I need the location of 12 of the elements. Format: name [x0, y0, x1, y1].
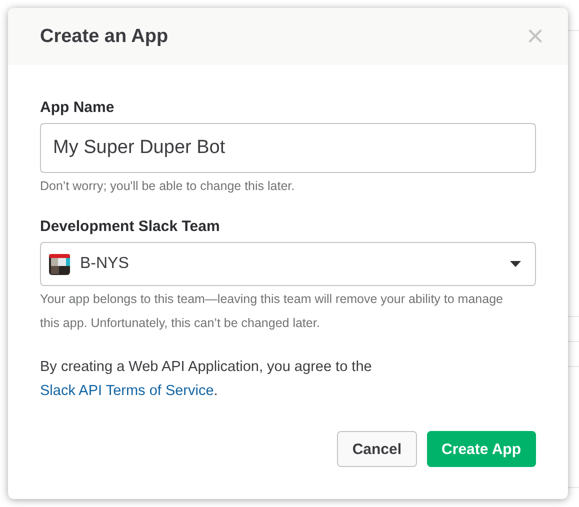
team-dropdown[interactable]: B-NYS: [40, 242, 536, 286]
cancel-button[interactable]: Cancel: [337, 431, 417, 467]
field-label: Development Slack Team: [40, 218, 220, 235]
terms-link[interactable]: Slack API Terms of Service: [40, 383, 214, 399]
terms-text: By creating a Web API Application, you agree to the Slack API Terms of Service.: [40, 358, 373, 401]
modal-title: Create an App: [40, 26, 168, 48]
caret-icon: [510, 261, 521, 267]
hint-text: Don’t worry; you'll be able to change this later.: [40, 178, 295, 195]
hint-text: Your app belongs to this team—leaving this team will remove your ability to manage this app. Unfortunately, this can’t be changed later.: [40, 291, 504, 332]
app-name-field[interactable]: My Super Duper Bot: [40, 123, 536, 173]
team-logo-icon: [49, 254, 70, 274]
field-label: App Name: [40, 99, 114, 116]
